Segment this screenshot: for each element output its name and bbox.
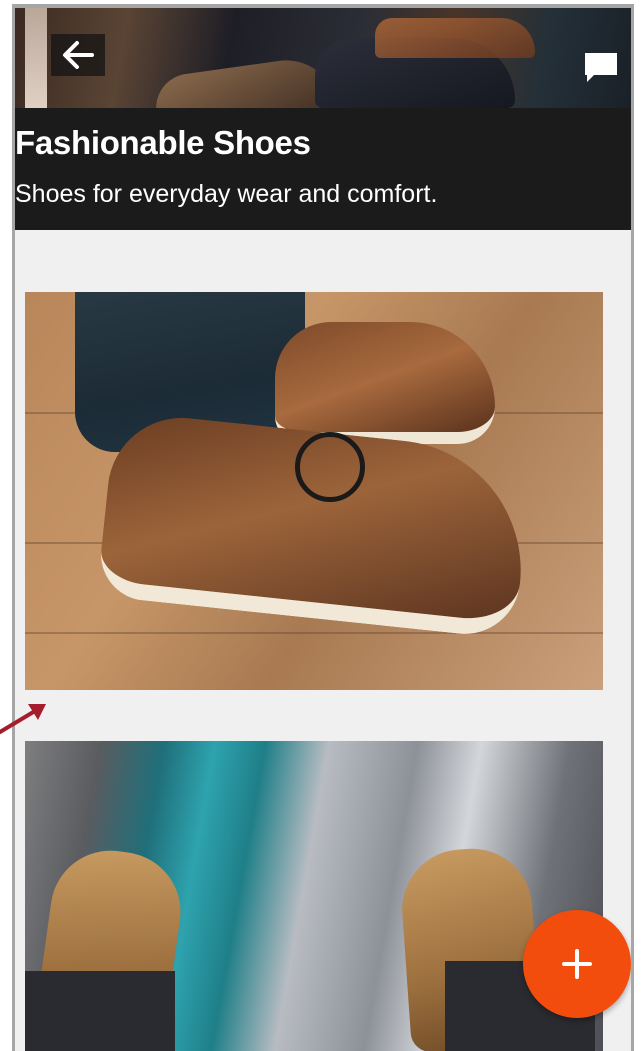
title-bar: Fashionable Shoes Shoes for everyday wea…	[15, 108, 631, 230]
plus-icon	[562, 949, 592, 979]
product-image-card[interactable]	[25, 741, 603, 1051]
annotation-arrow-icon	[0, 704, 46, 734]
page-subtitle: Shoes for everyday wear and comfort.	[15, 180, 438, 208]
page-title: Fashionable Shoes	[15, 124, 311, 161]
app-screen: Fashionable Shoes Shoes for everyday wea…	[12, 4, 634, 1051]
product-image-card[interactable]	[25, 292, 603, 690]
chat-bubble-icon	[585, 53, 617, 82]
arrow-left-icon	[63, 41, 94, 69]
chat-button[interactable]	[581, 48, 621, 88]
back-button[interactable]	[51, 34, 105, 76]
header-banner-image	[15, 8, 631, 108]
add-button[interactable]	[523, 910, 631, 1018]
